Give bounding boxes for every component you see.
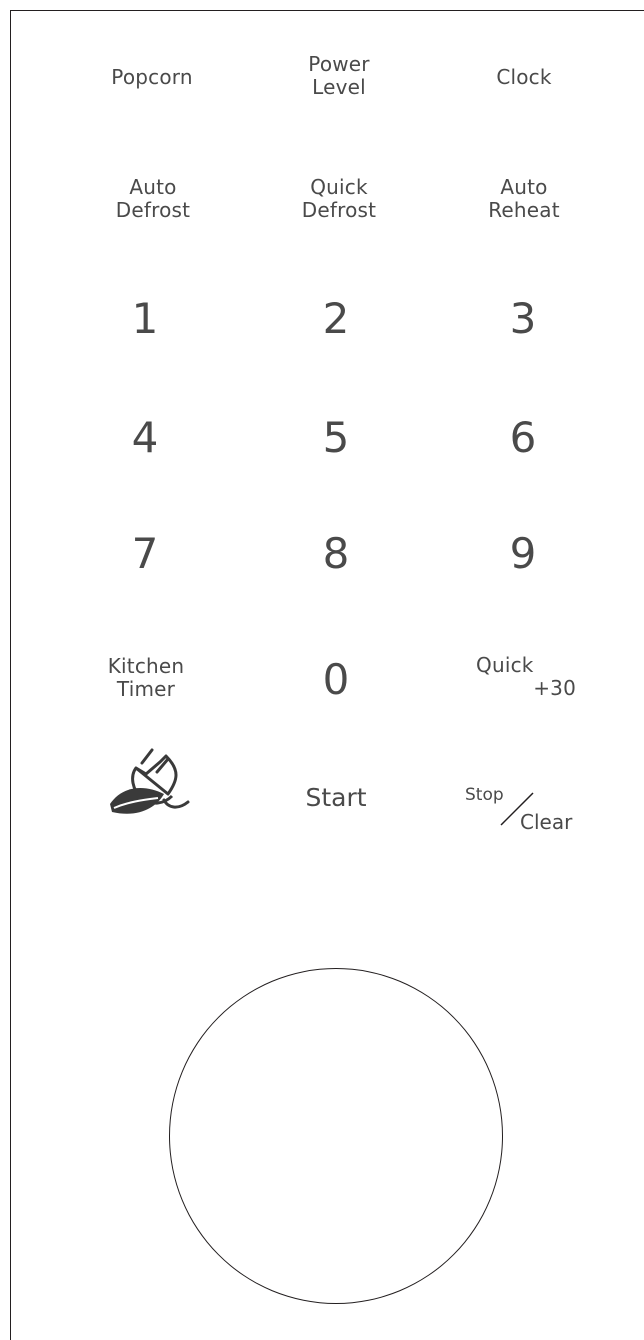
popcorn-button[interactable]: Popcorn (92, 66, 212, 89)
digit-1-button[interactable]: 1 (105, 295, 185, 343)
quick-defrost-button[interactable]: Quick Defrost (279, 176, 399, 222)
auto-reheat-label-line1: Auto (500, 175, 548, 199)
auto-defrost-label-line2: Defrost (115, 198, 191, 222)
popcorn-label: Popcorn (111, 65, 193, 89)
power-level-button[interactable]: Power Level (279, 53, 399, 99)
clear-label: Clear (520, 810, 573, 834)
quick-30-button[interactable]: Quick +30 (474, 654, 576, 700)
clock-label: Clock (496, 65, 552, 89)
quick-30-label-line1: Quick (476, 653, 534, 677)
clock-button[interactable]: Clock (464, 66, 584, 89)
digit-2-label: 2 (322, 294, 350, 343)
start-button[interactable]: Start (284, 784, 388, 812)
digit-2-button[interactable]: 2 (296, 295, 376, 343)
digit-5-label: 5 (322, 413, 350, 462)
digit-5-button[interactable]: 5 (296, 414, 376, 462)
power-level-label-line2: Level (312, 75, 366, 99)
digit-0-label: 0 (322, 655, 350, 704)
kitchen-timer-label-line1: Kitchen (107, 654, 185, 678)
digit-7-button[interactable]: 7 (105, 530, 185, 578)
digit-8-button[interactable]: 8 (296, 530, 376, 578)
stop-clear-button[interactable]: Stop Clear (457, 769, 577, 834)
auto-defrost-button[interactable]: Auto Defrost (93, 176, 213, 222)
digit-3-label: 3 (509, 294, 537, 343)
digit-6-label: 6 (509, 413, 537, 462)
digit-3-button[interactable]: 3 (483, 295, 563, 343)
kitchen-timer-label-line2: Timer (116, 677, 176, 701)
power-level-label-line1: Power (308, 52, 370, 76)
digit-9-button[interactable]: 9 (483, 530, 563, 578)
auto-reheat-label-line2: Reheat (488, 198, 560, 222)
digit-7-label: 7 (131, 529, 159, 578)
control-dial[interactable] (169, 968, 503, 1304)
eco-button[interactable] (108, 742, 202, 822)
eco-plug-leaf-icon (110, 748, 190, 814)
auto-reheat-button[interactable]: Auto Reheat (464, 176, 584, 222)
digit-8-label: 8 (322, 529, 350, 578)
auto-defrost-label-line1: Auto (129, 175, 177, 199)
quick-defrost-label-line1: Quick (310, 175, 368, 199)
digit-4-label: 4 (131, 413, 159, 462)
digit-0-button[interactable]: 0 (296, 656, 376, 704)
digit-1-label: 1 (131, 294, 159, 343)
digit-4-button[interactable]: 4 (105, 414, 185, 462)
start-label: Start (305, 783, 367, 812)
digit-6-button[interactable]: 6 (483, 414, 563, 462)
kitchen-timer-button[interactable]: Kitchen Timer (86, 655, 206, 701)
quick-defrost-label-line2: Defrost (301, 198, 377, 222)
digit-9-label: 9 (509, 529, 537, 578)
quick-30-label-line2: +30 (533, 676, 576, 700)
